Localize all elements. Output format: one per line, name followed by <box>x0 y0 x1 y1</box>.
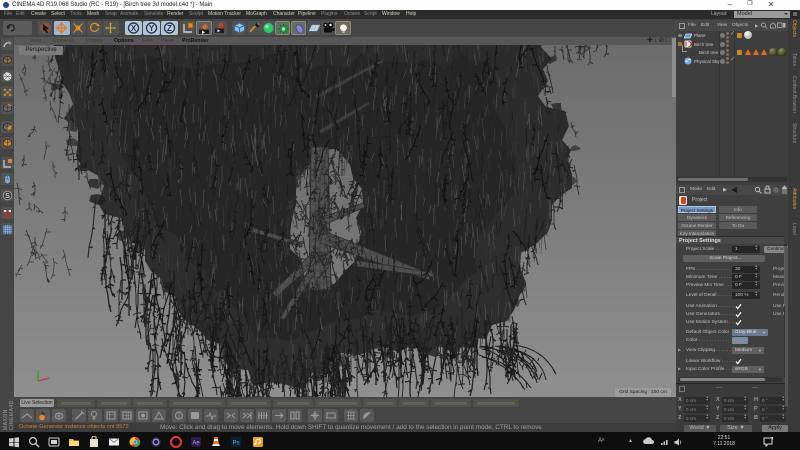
svg-text:Ps: Ps <box>232 441 239 447</box>
svg-text:Ae: Ae <box>192 441 200 447</box>
svg-text:X: X <box>131 24 137 33</box>
svg-text:Z: Z <box>167 24 172 33</box>
svg-text:S: S <box>5 193 10 200</box>
svg-text:Y: Y <box>149 24 155 33</box>
